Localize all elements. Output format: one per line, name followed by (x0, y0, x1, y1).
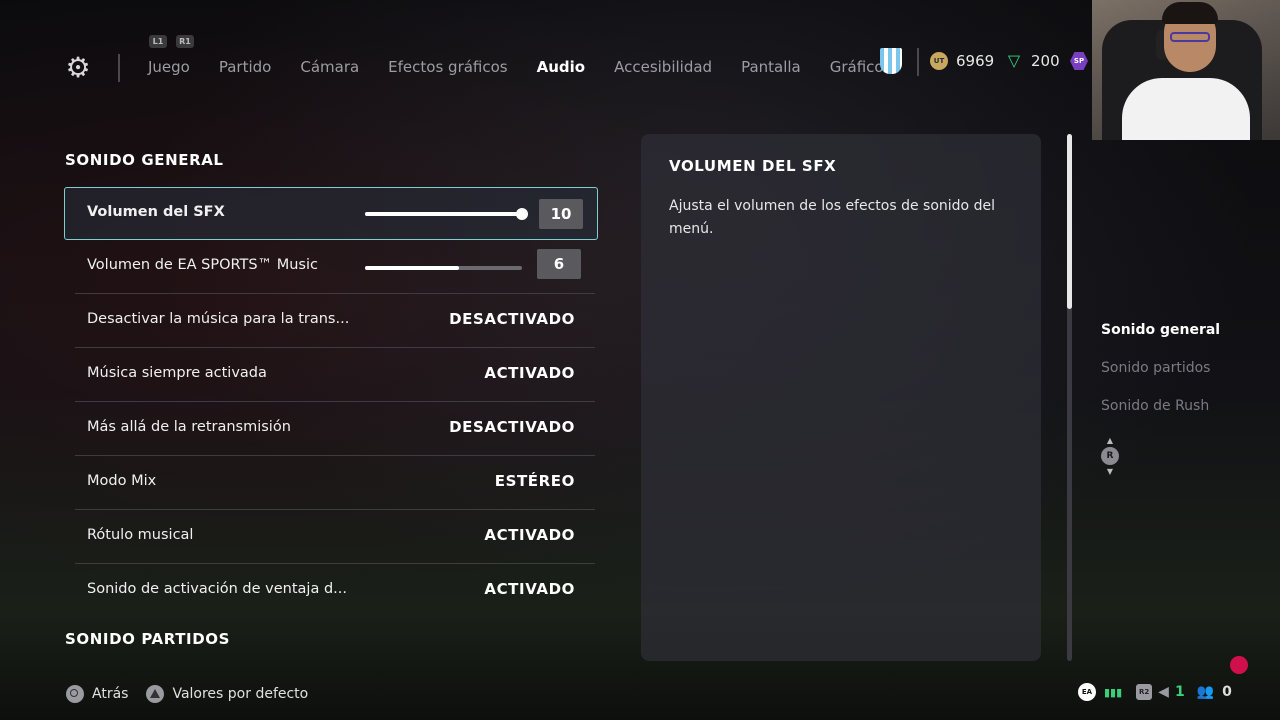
tab-audio[interactable]: Audio (537, 58, 585, 76)
jump-sonido-rush[interactable]: Sonido de Rush (1101, 398, 1220, 436)
points-balance: ▽ 200 (1005, 51, 1060, 71)
setting-label: Volumen de EA SPORTS™ Music (87, 257, 318, 273)
setting-value: DESACTIVADO (449, 310, 575, 328)
setting-value: DESACTIVADO (449, 418, 575, 436)
club-crest-icon (880, 48, 902, 74)
settings-list: Volumen del SFX 10 Volumen de EA SPORTS™… (64, 187, 598, 617)
slider-value: 10 (539, 199, 583, 229)
description-title: VOLUMEN DEL SFX (669, 157, 837, 175)
tab-pantalla[interactable]: Pantalla (741, 58, 801, 76)
setting-row-mix-mode[interactable]: Modo Mix ESTÉREO (75, 456, 595, 510)
section-jump-list: Sonido general Sonido partidos Sonido de… (1101, 322, 1220, 436)
setting-value: ACTIVADO (484, 526, 575, 544)
footer-controls: Atrás Valores por defecto (66, 685, 308, 703)
scrollbar-thumb[interactable] (1067, 134, 1072, 309)
scrollbar[interactable] (1067, 134, 1072, 661)
l1-bumper-icon: L1 (149, 35, 167, 48)
tab-camara[interactable]: Cámara (300, 58, 359, 76)
tab-efectos-graficos[interactable]: Efectos gráficos (388, 58, 507, 76)
settings-tabs: Juego Partido Cámara Efectos gráficos Au… (148, 58, 920, 76)
slider-knob[interactable] (516, 208, 528, 220)
divider (118, 54, 120, 82)
setting-row-music-volume[interactable]: Volumen de EA SPORTS™ Music 6 (75, 240, 595, 294)
section-title-partidos: SONIDO PARTIDOS (65, 630, 231, 648)
tab-accesibilidad[interactable]: Accesibilidad (614, 58, 712, 76)
slider-value: 6 (537, 249, 581, 279)
person-shirt (1122, 78, 1250, 140)
slider-fill (365, 266, 460, 270)
chevron-up-icon: ▲ (1106, 436, 1114, 445)
slider-fill (365, 212, 522, 216)
setting-row-advantage-sound[interactable]: Sonido de activación de ventaja d... ACT… (75, 564, 595, 617)
section-title-general: SONIDO GENERAL (65, 151, 224, 169)
setting-row-broadcast-music[interactable]: Desactivar la música para la trans... DE… (75, 294, 595, 348)
points-value: 200 (1031, 52, 1060, 70)
circle-button-icon (66, 685, 84, 703)
defaults-label[interactable]: Valores por defecto (172, 686, 308, 702)
triangle-button-icon (146, 685, 165, 703)
gear-icon[interactable]: ⚙ (64, 54, 92, 82)
glasses (1170, 32, 1210, 42)
r1-bumper-icon: R1 (176, 35, 194, 48)
signal-bars-icon: ▮▮▮ (1104, 685, 1123, 699)
green-count: 1 (1174, 684, 1185, 700)
description-panel: VOLUMEN DEL SFX Ajusta el volumen de los… (641, 134, 1041, 661)
setting-value: ACTIVADO (484, 580, 575, 598)
speaker-icon: ◀ (1158, 684, 1169, 700)
right-stick-icon: ▲ R ▼ (1100, 436, 1120, 476)
chevron-down-icon: ▼ (1106, 467, 1114, 476)
coins-value: 6969 (956, 52, 995, 70)
divider (917, 48, 919, 76)
setting-value: ESTÉREO (494, 472, 575, 490)
back-label[interactable]: Atrás (92, 686, 128, 702)
r-stick-button-icon: R (1101, 447, 1119, 465)
coins-balance: UT 6969 (930, 52, 994, 70)
sfx-volume-slider[interactable] (365, 208, 528, 220)
friends-icon: 👥 (1196, 684, 1215, 700)
setting-label: Modo Mix (87, 473, 157, 489)
record-indicator-icon (1230, 656, 1248, 674)
music-volume-slider[interactable] (365, 266, 522, 270)
setting-label: Desactivar la música para la trans... (87, 311, 350, 327)
setting-row-sfx-volume[interactable]: Volumen del SFX 10 (64, 187, 598, 240)
ea-logo-icon: EA (1078, 683, 1096, 701)
tab-juego[interactable]: Juego (148, 58, 190, 76)
webcam-overlay (1092, 0, 1280, 140)
description-text: Ajusta el volumen de los efectos de soni… (669, 198, 995, 237)
top-bar: ⚙ L1 R1 Juego Partido Cámara Efectos grá… (0, 0, 1090, 120)
setting-row-music-always-on[interactable]: Música siempre activada ACTIVADO (75, 348, 595, 402)
setting-label: Volumen del SFX (87, 204, 225, 220)
setting-label: Rótulo musical (87, 527, 194, 543)
tab-partido[interactable]: Partido (219, 58, 271, 76)
friends-count: 0 (1222, 684, 1232, 700)
r2-button-icon: R2 (1136, 684, 1153, 700)
setting-row-music-caption[interactable]: Rótulo musical ACTIVADO (75, 510, 595, 564)
season-points-icon: SP (1070, 52, 1088, 70)
setting-label: Música siempre activada (87, 365, 267, 381)
jump-sonido-partidos[interactable]: Sonido partidos (1101, 360, 1220, 398)
points-icon: ▽ (1007, 51, 1021, 70)
status-bar: EA ▮▮▮ R2 ◀ 1 👥 0 (1078, 683, 1232, 701)
setting-label: Sonido de activación de ventaja d... (87, 581, 347, 597)
setting-value: ACTIVADO (484, 364, 575, 382)
person-hair (1162, 2, 1218, 24)
jump-sonido-general[interactable]: Sonido general (1101, 322, 1220, 360)
setting-label: Más allá de la retransmisión (87, 419, 291, 435)
coin-icon: UT (930, 52, 948, 70)
setting-row-beyond-broadcast[interactable]: Más allá de la retransmisión DESACTIVADO (75, 402, 595, 456)
